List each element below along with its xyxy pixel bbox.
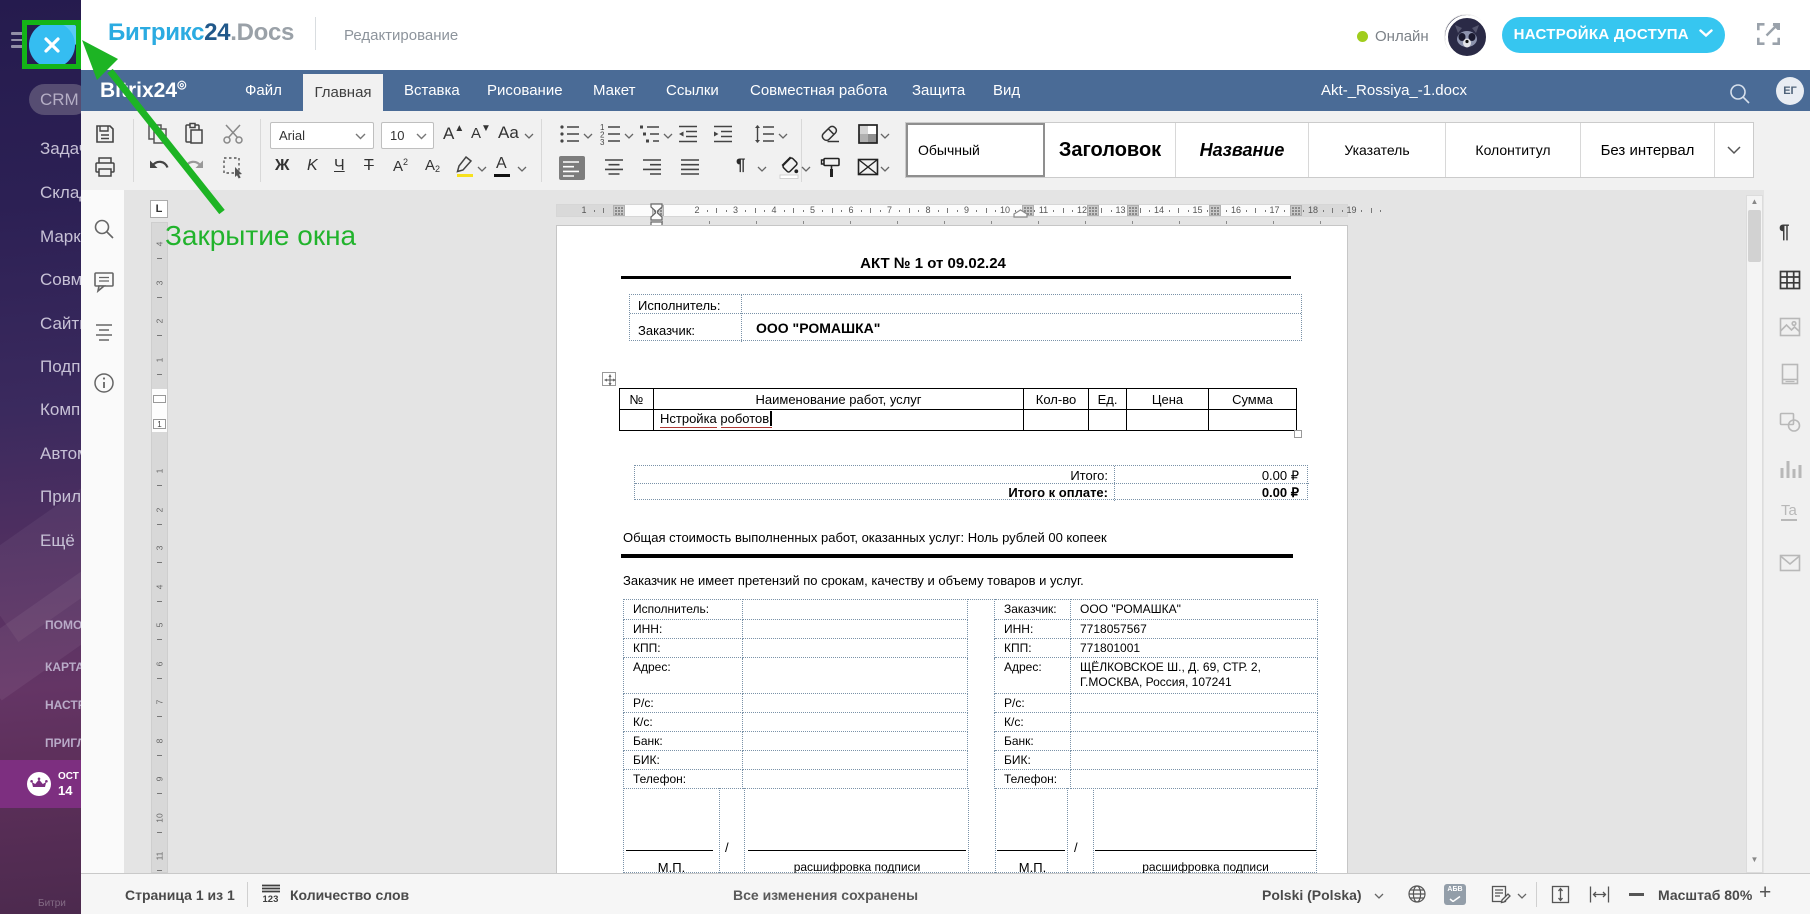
- svg-text:123: 123: [263, 894, 279, 904]
- svg-text:3: 3: [600, 138, 605, 146]
